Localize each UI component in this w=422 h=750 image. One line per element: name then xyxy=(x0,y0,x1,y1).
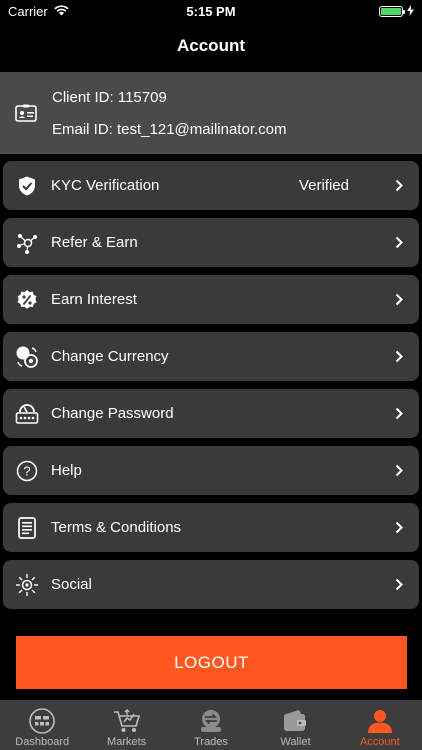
id-card-icon xyxy=(0,104,52,122)
chevron-right-icon xyxy=(379,407,419,420)
svg-text:?: ? xyxy=(23,463,30,478)
page-title: Account xyxy=(177,36,245,55)
tab-dashboard[interactable]: Dashboard xyxy=(0,700,84,750)
menu-item-refer-earn[interactable]: Refer & Earn xyxy=(3,218,419,267)
menu-item-terms-conditions[interactable]: Terms & Conditions xyxy=(3,503,419,552)
client-info-card: Client ID: 115709 Email ID: test_121@mai… xyxy=(0,72,422,154)
menu-item-help[interactable]: ? Help xyxy=(3,446,419,495)
percent-badge-icon xyxy=(3,289,51,311)
tab-wallet[interactable]: Wallet xyxy=(253,700,337,750)
currency-exchange-icon xyxy=(3,345,51,369)
menu-label: Social xyxy=(51,576,92,593)
chevron-right-icon xyxy=(379,578,419,591)
menu-label: Change Currency xyxy=(51,348,169,365)
menu-label: Change Password xyxy=(51,405,174,422)
chevron-right-icon xyxy=(379,293,419,306)
menu-label: Help xyxy=(51,462,82,479)
chevron-right-icon xyxy=(379,236,419,249)
tab-label: Markets xyxy=(107,736,147,748)
logout-button[interactable]: LOGOUT xyxy=(16,636,407,689)
chevron-right-icon xyxy=(379,521,419,534)
carrier-label: Carrier xyxy=(8,3,48,19)
menu-item-social[interactable]: Social xyxy=(3,560,419,609)
menu-label: Earn Interest xyxy=(51,291,137,308)
chevron-right-icon xyxy=(379,464,419,477)
document-list-icon xyxy=(3,516,51,539)
tab-bar: Dashboard Markets Trades Wallet Account xyxy=(0,700,422,750)
charging-icon xyxy=(407,4,414,19)
status-bar: Carrier 5:15 PM xyxy=(0,0,422,22)
client-id: Client ID: 115709 xyxy=(52,88,167,106)
battery-icon xyxy=(379,5,405,17)
shield-check-icon xyxy=(3,176,51,196)
social-sun-icon xyxy=(3,573,51,597)
navigation-bar: Account xyxy=(0,22,422,70)
menu-label: Refer & Earn xyxy=(51,234,138,251)
menu-item-change-password[interactable]: Change Password xyxy=(3,389,419,438)
tab-label: Dashboard xyxy=(15,736,70,748)
password-lock-icon xyxy=(3,403,51,425)
tab-markets[interactable]: Markets xyxy=(84,700,168,750)
menu-item-kyc-verification[interactable]: KYC Verification Verified xyxy=(3,161,419,210)
menu-label: Terms & Conditions xyxy=(51,519,182,536)
account-user-icon xyxy=(366,706,394,736)
status-time: 5:15 PM xyxy=(186,3,236,19)
wifi-icon xyxy=(54,4,69,19)
markets-cart-icon xyxy=(113,706,141,736)
menu-item-earn-interest[interactable]: Earn Interest xyxy=(3,275,419,324)
tab-label: Account xyxy=(359,736,400,748)
tab-label: Trades xyxy=(194,736,228,748)
chevron-right-icon xyxy=(379,350,419,363)
help-circle-icon: ? xyxy=(3,460,51,482)
dashboard-icon xyxy=(29,706,56,736)
account-menu: KYC Verification Verified Refer & Earn E… xyxy=(3,161,419,617)
tab-trades[interactable]: Trades xyxy=(169,700,253,750)
menu-item-change-currency[interactable]: Change Currency xyxy=(3,332,419,381)
tab-label: Wallet xyxy=(280,736,311,748)
chevron-right-icon xyxy=(379,179,419,192)
wallet-icon xyxy=(282,706,308,736)
kyc-status: Verified xyxy=(298,177,349,194)
tab-account[interactable]: Account xyxy=(338,700,422,750)
share-nodes-icon xyxy=(3,232,51,254)
email-id: Email ID: test_121@mailinator.com xyxy=(52,120,287,138)
menu-label: KYC Verification xyxy=(51,177,160,194)
trades-icon xyxy=(197,706,225,736)
